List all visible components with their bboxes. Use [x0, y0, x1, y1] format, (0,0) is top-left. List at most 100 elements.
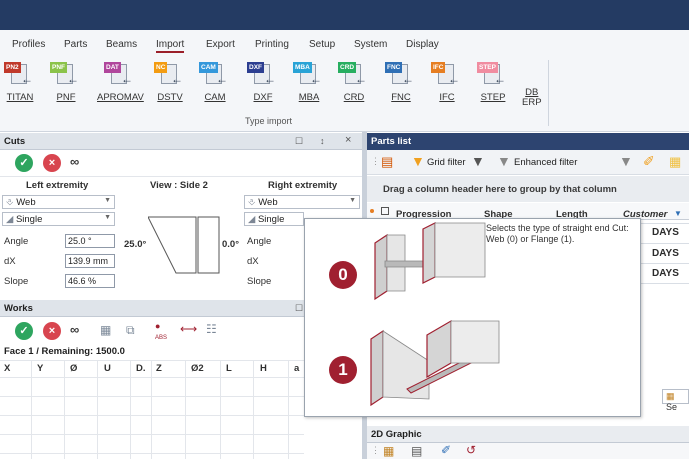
import-fnc-button[interactable]: FNC ← FNC [381, 60, 421, 110]
import-arrow-icon: ← [121, 72, 133, 86]
import-arrow-icon: ← [171, 72, 183, 86]
select-button[interactable]: ▦ Se [662, 389, 689, 412]
menu-display[interactable]: Display [406, 39, 439, 50]
group-panel[interactable]: Drag a column header here to group by th… [367, 176, 689, 202]
import-mba-button[interactable]: MBA ← MBA [289, 60, 329, 110]
col-diameter2[interactable]: Ø2 [191, 363, 204, 374]
right-dx-label: dX [247, 256, 259, 267]
menu-export[interactable]: Export [206, 39, 235, 50]
menu-profiles[interactable]: Profiles [12, 39, 45, 50]
filter-apply-icon[interactable]: ▼ [471, 153, 485, 169]
import-db-erp-button[interactable]: DB ERP [522, 88, 542, 108]
right-mode-select[interactable]: ◢ Single [244, 212, 304, 226]
import-dstv-button[interactable]: NC ← DSTV [150, 60, 190, 110]
menu-beams[interactable]: Beams [106, 39, 137, 50]
col-l[interactable]: L [226, 363, 232, 374]
col-d[interactable]: D. [136, 363, 146, 374]
menu-parts[interactable]: Parts [64, 39, 87, 50]
table-icon[interactable]: ▦ [100, 323, 111, 337]
close-icon[interactable]: × [345, 134, 351, 146]
import-crd-button[interactable]: CRD ← CRD [334, 60, 374, 110]
chevron-down-icon: ▼ [104, 197, 111, 204]
menu-setup[interactable]: Setup [309, 39, 335, 50]
import-titan-button[interactable]: PN2 ← TITAN [0, 60, 40, 110]
col-z[interactable]: Z [156, 363, 162, 374]
filter-icon[interactable]: ▼ [411, 153, 425, 169]
filter-clear-icon[interactable]: ▼ [619, 153, 633, 169]
view-left-angle: 25.0° [124, 239, 147, 250]
grid-line [151, 360, 152, 459]
col-y[interactable]: Y [37, 363, 43, 374]
copy-icon[interactable]: ⧉ [126, 323, 135, 338]
pin-icon[interactable]: ↕ [320, 136, 325, 146]
import-apromav-button[interactable]: DAT ← APROMAV [97, 60, 144, 110]
import-ifc-button[interactable]: IFC ← IFC [427, 60, 467, 110]
flange-cut-illustration [370, 319, 500, 407]
col-diameter[interactable]: Ø [70, 363, 77, 374]
cut-shape-icon: ◢ [248, 214, 258, 225]
filter-edit-icon[interactable]: ✐ [643, 153, 655, 170]
abs-icon[interactable]: ● ABS [155, 321, 167, 343]
view-header: View : Side 2 [150, 180, 208, 191]
import-pnf-button[interactable]: PNF ← PNF [46, 60, 86, 110]
import-step-button[interactable]: STEP ← STEP [473, 60, 513, 110]
col-x[interactable]: X [4, 363, 10, 374]
menu-import[interactable]: Import [156, 39, 185, 53]
grid-icon[interactable]: ▦ [383, 444, 394, 458]
left-type-select[interactable]: ⎀ Web ▼ [2, 195, 115, 209]
menu-printing[interactable]: Printing [255, 39, 289, 50]
validate-check-icon[interactable]: ✓ [15, 154, 33, 172]
file-tag: NC [154, 62, 168, 73]
export-icon[interactable]: ▤ [381, 154, 393, 170]
import-arrow-icon: ← [402, 72, 414, 86]
cancel-x-icon[interactable]: × [43, 154, 61, 172]
import-arrow-icon: ← [448, 72, 460, 86]
left-angle-input[interactable]: 25.0 ° [65, 234, 115, 248]
left-slope-input[interactable]: 46.6 % [65, 274, 115, 288]
button-label: IFC [439, 92, 455, 103]
select-all-checkbox[interactable] [381, 207, 389, 215]
grid-line [0, 434, 304, 435]
button-label: DSTV [157, 92, 183, 103]
binoculars-icon[interactable]: ∞ [70, 154, 79, 169]
measure-icon[interactable]: ⟷ [180, 322, 197, 336]
grid-line [0, 396, 304, 397]
grid-line [130, 360, 131, 459]
col-h[interactable]: H [260, 363, 267, 374]
reset-icon[interactable]: ↺ [466, 443, 476, 457]
customer-cell[interactable]: DAYS [652, 227, 679, 238]
col-a[interactable]: a [294, 363, 299, 374]
customer-cell[interactable]: DAYS [652, 248, 679, 259]
row-line [641, 223, 689, 224]
right-type-select[interactable]: ⎀ Web ▼ [244, 195, 360, 209]
cancel-x-icon[interactable]: × [43, 322, 61, 340]
left-dx-input[interactable]: 139.9 mm [65, 254, 115, 268]
pencil-icon[interactable]: ✐ [441, 443, 451, 457]
cut-preview [148, 216, 220, 274]
enhanced-filter-label[interactable]: Enhanced filter [514, 157, 577, 168]
button-label: PNF [56, 92, 76, 103]
layout-icon[interactable]: ▤ [411, 444, 422, 458]
validate-check-icon[interactable]: ✓ [15, 322, 33, 340]
grid-line [0, 415, 304, 416]
row-indicator-icon [370, 209, 374, 213]
filter-funnel-icon[interactable]: ▼ [674, 209, 682, 218]
enhanced-filter-icon[interactable]: ▼ [497, 153, 511, 169]
grid-line [288, 360, 289, 459]
menu-system[interactable]: System [354, 39, 387, 50]
align-icon[interactable]: ☷ [206, 322, 217, 336]
left-mode-select[interactable]: ◢ Single ▼ [2, 212, 115, 226]
graphic-toolbar: ⋮ ▦ ▤ ✐ ↺ [367, 443, 689, 459]
binoculars-icon[interactable]: ∞ [70, 322, 79, 337]
grid-line [185, 360, 186, 459]
float-icon[interactable]: ☐ [295, 303, 303, 314]
customer-cell[interactable]: DAYS [652, 268, 679, 279]
import-dxf-button[interactable]: DXF ← DXF [243, 60, 283, 110]
import-cam-button[interactable]: CAM ← CAM [195, 60, 235, 110]
grid-view-icon[interactable]: ▦ [669, 154, 681, 170]
float-icon[interactable]: ☐ [295, 136, 303, 147]
col-u[interactable]: U [104, 363, 111, 374]
grid-filter-label[interactable]: Grid filter [427, 157, 466, 168]
button-label: APROMAV [97, 92, 144, 103]
row-line [641, 243, 689, 244]
